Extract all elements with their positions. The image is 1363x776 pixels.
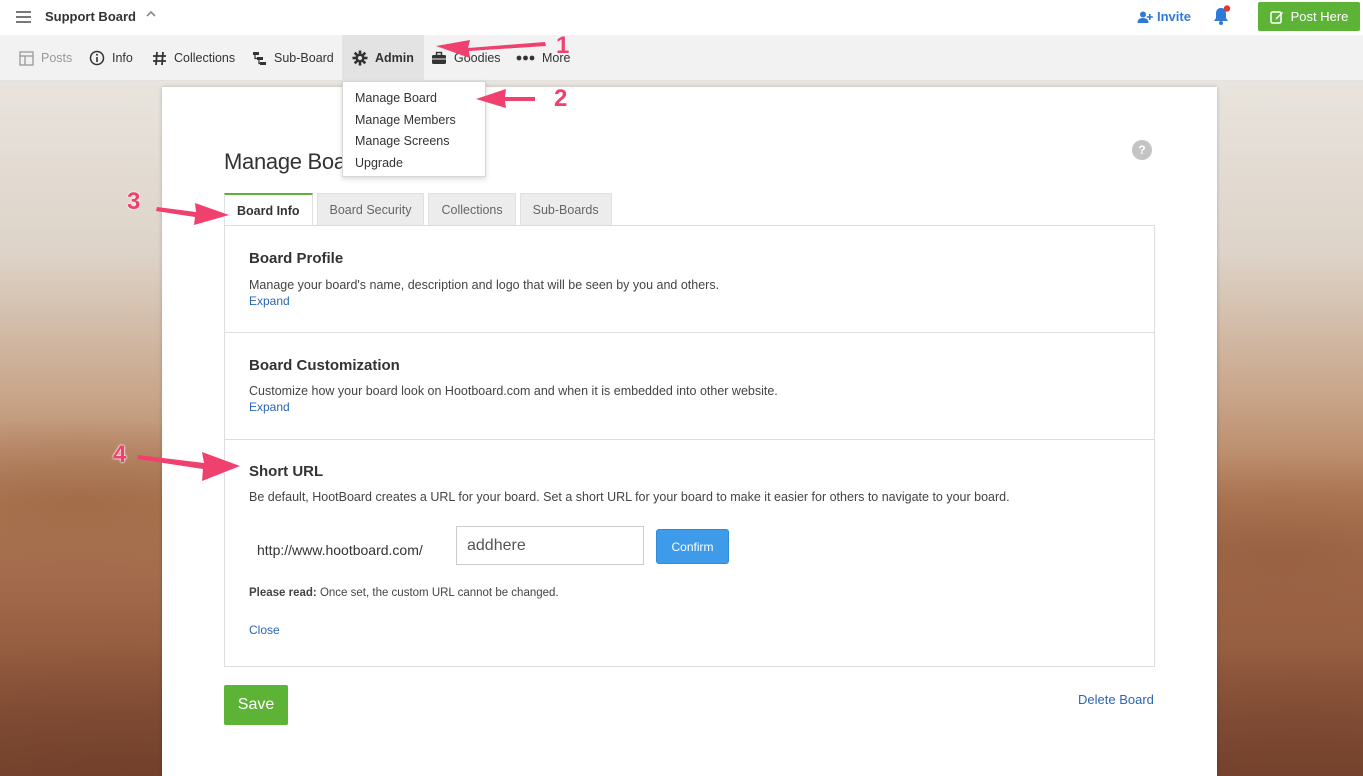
annotation-number-1: 1 bbox=[556, 32, 570, 59]
annotation-number-2: 2 bbox=[554, 85, 568, 112]
annotation-number-4: 4 bbox=[113, 441, 127, 468]
annotation-arrow-2 bbox=[476, 89, 535, 108]
annotation-arrow-1 bbox=[436, 40, 546, 58]
annotation-arrow-4 bbox=[137, 452, 240, 481]
annotation-arrows bbox=[137, 40, 546, 481]
annotation-arrow-3 bbox=[156, 203, 229, 225]
annotation-number-3: 3 bbox=[127, 188, 141, 215]
